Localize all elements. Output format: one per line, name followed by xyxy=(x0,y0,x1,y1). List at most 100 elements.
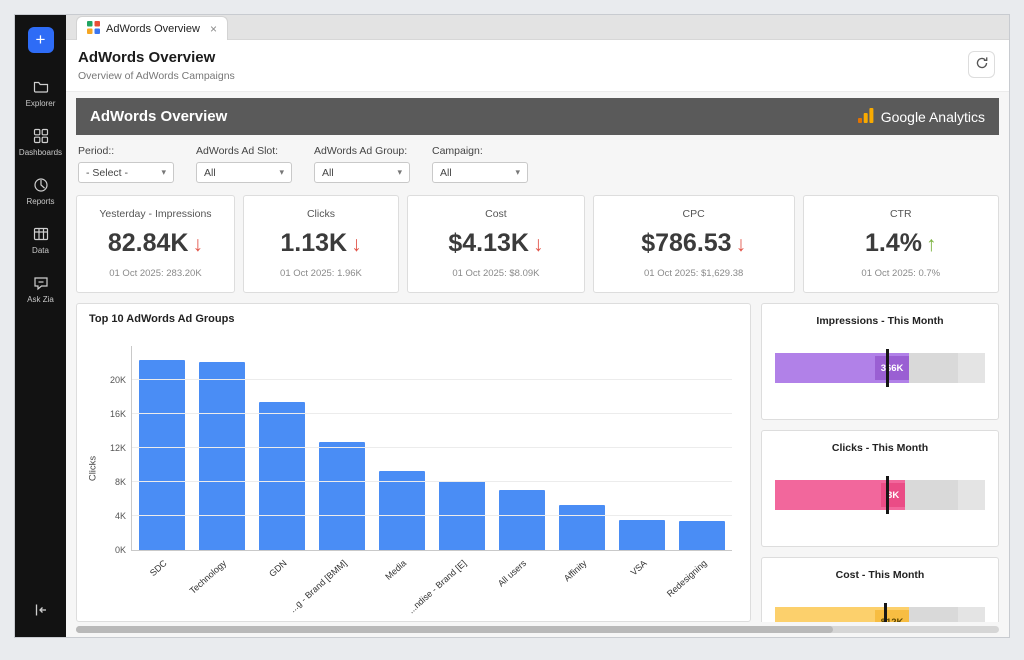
kpi-title: CPC xyxy=(600,208,788,220)
bar-redesigning[interactable] xyxy=(679,521,725,550)
bar-slot xyxy=(372,346,432,550)
kpi-value: 1.4%↑ xyxy=(810,229,992,258)
bar-vsa[interactable] xyxy=(619,520,665,550)
reports-icon xyxy=(33,177,49,193)
filter-label: AdWords Ad Group: xyxy=(314,145,410,157)
bar-chart-card: Top 10 AdWords Ad Groups Clicks SDCTechn… xyxy=(76,303,751,622)
collapse-sidebar-button[interactable] xyxy=(15,602,66,623)
trend-up-icon: ↑ xyxy=(926,233,937,256)
filter-label: Campaign: xyxy=(432,145,528,157)
bar-g-brand-bmm[interactable] xyxy=(319,442,365,550)
y-tick-label: 0K xyxy=(96,545,126,555)
bullet-value-label: $12K xyxy=(875,610,910,622)
data-table-icon xyxy=(33,226,49,242)
sidebar-item-label: Reports xyxy=(26,197,54,206)
y-tick-label: 8K xyxy=(96,477,126,487)
kpi-card-cost[interactable]: Cost$4.13K↓01 Oct 2025: $8.09K xyxy=(407,195,585,293)
bullet-title: Impressions - This Month xyxy=(775,315,985,327)
filter-adwords-ad-slot: AdWords Ad Slot: All▾ xyxy=(196,145,292,183)
bullet-gauge[interactable]: $12K xyxy=(775,607,985,622)
x-tick-label: VSA xyxy=(629,558,649,577)
banner-title: AdWords Overview xyxy=(90,108,227,125)
kpi-title: Yesterday - Impressions xyxy=(83,208,228,220)
x-label-slot: All users xyxy=(492,550,552,610)
bar-plot: SDCTechnologyGDN...g - Brand [BMM]Media.… xyxy=(131,346,732,551)
bullet-target-marker xyxy=(886,476,889,514)
kpi-value-text: $786.53 xyxy=(641,229,731,257)
google-analytics-label: Google Analytics xyxy=(881,109,985,125)
trend-down-icon: ↓ xyxy=(351,233,362,256)
filter-select-adwords-ad-group[interactable]: All▾ xyxy=(314,162,410,183)
sidebar-item-reports[interactable]: Reports xyxy=(15,167,66,216)
refresh-button[interactable] xyxy=(968,51,995,78)
kpi-value-text: 82.84K xyxy=(108,229,189,257)
filter-label: AdWords Ad Slot: xyxy=(196,145,292,157)
gridline xyxy=(132,447,732,448)
bullet-target-marker xyxy=(884,603,887,622)
bullet-gauge[interactable]: 366K xyxy=(775,353,985,383)
select-value: - Select - xyxy=(86,167,128,179)
sidebar-item-label: Explorer xyxy=(26,99,56,108)
kpi-value-text: $4.13K xyxy=(448,229,529,257)
y-tick-label: 20K xyxy=(96,375,126,385)
app-window: + Explorer Dashboards Reports Data Ask Zia xyxy=(14,14,1010,638)
bullet-gauge[interactable]: 3K xyxy=(775,480,985,510)
kpi-card-clicks[interactable]: Clicks1.13K↓01 Oct 2025: 1.96K xyxy=(243,195,399,293)
add-new-button[interactable]: + xyxy=(28,27,54,53)
gridline xyxy=(132,379,732,380)
kpi-title: Clicks xyxy=(250,208,392,220)
bar-slot xyxy=(252,346,312,550)
chart-title: Top 10 AdWords Ad Groups xyxy=(89,313,738,325)
bar-sdc[interactable] xyxy=(139,360,185,550)
filter-select-period[interactable]: - Select -▾ xyxy=(78,162,174,183)
x-tick-label: Redesigning xyxy=(665,558,709,599)
bar-slot xyxy=(552,346,612,550)
x-label-slot: VSA xyxy=(612,550,672,610)
kpi-value: $786.53↓ xyxy=(600,229,788,258)
bar-slot xyxy=(132,346,192,550)
x-tick-label: All users xyxy=(496,558,528,589)
x-label-slot: Technology xyxy=(192,550,252,610)
bar-slot xyxy=(312,346,372,550)
bullet-range-band xyxy=(958,607,985,622)
sidebar-item-label: Ask Zia xyxy=(27,295,54,304)
bullet-column: Impressions - This Month 366K Clicks - Thi… xyxy=(761,303,999,622)
bar-technology[interactable] xyxy=(199,362,245,550)
gridline xyxy=(132,413,732,414)
bullet-range-band xyxy=(958,353,985,383)
x-label-slot: Affinity xyxy=(552,550,612,610)
gridline xyxy=(132,481,732,482)
bar-slot xyxy=(672,346,732,550)
sidebar-item-dashboards[interactable]: Dashboards xyxy=(15,118,66,167)
bullet-title: Clicks - This Month xyxy=(775,442,985,454)
kpi-card-cpc[interactable]: CPC $786.53↓ 01 Oct 2025: $1,629.38 xyxy=(593,195,795,293)
x-axis-labels: SDCTechnologyGDN...g - Brand [BMM]Media.… xyxy=(132,550,732,610)
tab-label: AdWords Overview xyxy=(106,23,200,35)
sidebar: + Explorer Dashboards Reports Data Ask Zia xyxy=(15,15,66,637)
google-analytics-icon xyxy=(858,108,874,126)
dashboards-icon xyxy=(33,128,49,144)
filter-campaign: Campaign: All▾ xyxy=(432,145,528,183)
kpi-footnote: 01 Oct 2025: $1,629.38 xyxy=(600,268,788,279)
kpi-card-ctr[interactable]: CTR1.4%↑01 Oct 2025: 0.7% xyxy=(803,195,999,293)
kpi-card-yesterday-impressions[interactable]: Yesterday - Impressions82.84K↓01 Oct 202… xyxy=(76,195,235,293)
bar-media[interactable] xyxy=(379,471,425,550)
tab-adwords-overview[interactable]: AdWords Overview × xyxy=(76,16,228,40)
sidebar-item-ask-zia[interactable]: Ask Zia xyxy=(15,265,66,314)
bar-affinity[interactable] xyxy=(559,505,605,550)
sidebar-item-explorer[interactable]: Explorer xyxy=(15,69,66,118)
kpi-footnote: 01 Oct 2025: $8.09K xyxy=(414,268,578,279)
gridline xyxy=(132,515,732,516)
scrollbar-thumb[interactable] xyxy=(76,626,833,633)
charts-row: Top 10 AdWords Ad Groups Clicks SDCTechn… xyxy=(76,303,999,622)
select-value: All xyxy=(204,167,216,179)
bar-all-users[interactable] xyxy=(499,490,545,550)
y-tick-label: 4K xyxy=(96,511,126,521)
sidebar-item-data[interactable]: Data xyxy=(15,216,66,265)
filter-select-campaign[interactable]: All▾ xyxy=(432,162,528,183)
bar-gdn[interactable] xyxy=(259,402,305,550)
close-icon[interactable]: × xyxy=(206,22,217,36)
filter-select-adwords-ad-slot[interactable]: All▾ xyxy=(196,162,292,183)
bar-slot xyxy=(612,346,672,550)
horizontal-scrollbar[interactable] xyxy=(76,626,999,633)
